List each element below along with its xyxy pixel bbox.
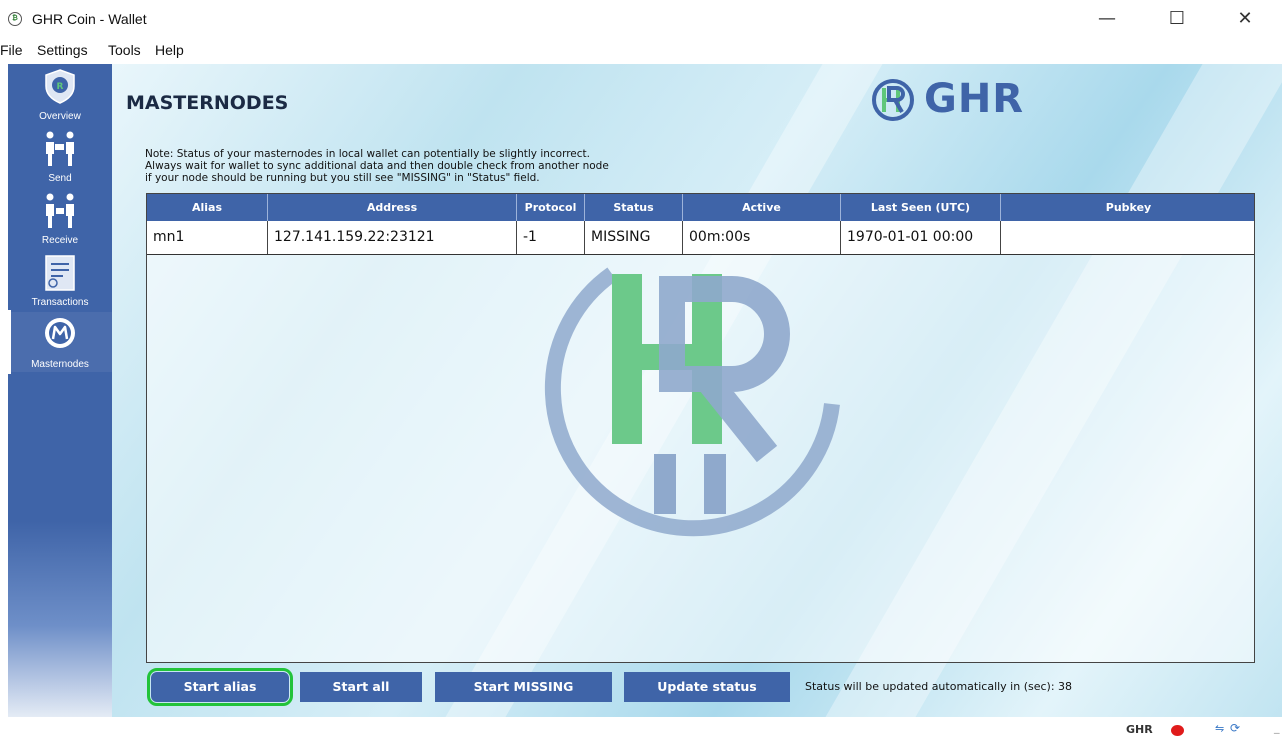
connection-status-icon bbox=[1171, 725, 1184, 736]
window-title: GHR Coin - Wallet bbox=[32, 11, 147, 27]
note-line: if your node should be running but you s… bbox=[145, 172, 540, 184]
cell-status: MISSING bbox=[585, 221, 683, 254]
shield-icon: R bbox=[45, 69, 75, 104]
sidebar-item-label: Masternodes bbox=[31, 359, 89, 370]
sidebar-item-masternodes[interactable]: Masternodes bbox=[8, 312, 112, 372]
menu-help[interactable]: Help bbox=[155, 42, 184, 58]
cell-address: 127.141.159.22:23121 bbox=[268, 221, 517, 254]
sidebar-item-label: Send bbox=[48, 173, 72, 184]
network-icon: ⇋ bbox=[1215, 722, 1225, 735]
column-header-pubkey[interactable]: Pubkey bbox=[1001, 194, 1254, 221]
main-panel: MASTERNODES GHR Note: Status of your mas… bbox=[112, 64, 1282, 717]
menu-tools[interactable]: Tools bbox=[108, 42, 141, 58]
note-line: Always wait for wallet to sync additiona… bbox=[145, 160, 609, 172]
menu-file[interactable]: File bbox=[0, 42, 23, 58]
sidebar: R Overview Send Receive Transactions Mas… bbox=[8, 64, 112, 717]
start-missing-button[interactable]: Start MISSING bbox=[435, 672, 612, 702]
menu-bar: File Settings Tools Help bbox=[0, 40, 1285, 62]
start-alias-button[interactable]: Start alias bbox=[147, 668, 293, 706]
unit-selector[interactable]: GHR bbox=[1126, 723, 1153, 736]
title-bar: ₿ GHR Coin - Wallet — ☐ ✕ bbox=[0, 0, 1285, 40]
sidebar-item-label: Receive bbox=[41, 235, 79, 246]
ghr-watermark-icon bbox=[544, 267, 840, 537]
sidebar-item-transactions[interactable]: Transactions bbox=[8, 250, 112, 310]
svg-text:R: R bbox=[57, 82, 64, 92]
column-header-last-seen[interactable]: Last Seen (UTC) bbox=[841, 194, 1001, 221]
update-status-button[interactable]: Update status bbox=[624, 672, 790, 702]
menu-settings[interactable]: Settings bbox=[37, 42, 88, 58]
sidebar-item-send[interactable]: Send bbox=[8, 126, 112, 186]
send-people-icon bbox=[46, 131, 74, 166]
table-header: Alias Address Protocol Status Active Las… bbox=[147, 194, 1254, 221]
masternodes-note: Note: Status of your masternodes in loca… bbox=[145, 148, 609, 184]
page-title: MASTERNODES bbox=[126, 92, 289, 114]
brand-name: GHR bbox=[924, 76, 1025, 122]
sidebar-item-label: Transactions bbox=[31, 297, 89, 308]
column-header-status[interactable]: Status bbox=[585, 194, 683, 221]
sync-icon: ⟳ bbox=[1230, 721, 1241, 735]
cell-pubkey bbox=[1001, 221, 1254, 254]
column-header-protocol[interactable]: Protocol bbox=[517, 194, 585, 221]
column-header-alias[interactable]: Alias bbox=[147, 194, 268, 221]
cell-last-seen: 1970-01-01 00:00 bbox=[841, 221, 1001, 254]
receive-people-icon bbox=[46, 193, 74, 228]
sidebar-item-receive[interactable]: Receive bbox=[8, 188, 112, 248]
column-header-active[interactable]: Active bbox=[683, 194, 841, 221]
resize-grip-icon[interactable]: _ bbox=[1274, 721, 1280, 734]
cell-alias: mn1 bbox=[147, 221, 268, 254]
sidebar-item-overview[interactable]: R Overview bbox=[8, 64, 112, 124]
status-bar: GHR ⇋ ⟳ _ bbox=[0, 717, 1285, 740]
cell-protocol: -1 bbox=[517, 221, 585, 254]
cell-active: 00m:00s bbox=[683, 221, 841, 254]
note-line: Note: Status of your masternodes in loca… bbox=[145, 148, 590, 160]
ghr-coin-icon: ₿ bbox=[8, 12, 22, 26]
close-button[interactable]: ✕ bbox=[1225, 6, 1265, 34]
minimize-button[interactable]: — bbox=[1087, 6, 1127, 34]
maximize-button[interactable]: ☐ bbox=[1157, 6, 1197, 34]
start-all-button[interactable]: Start all bbox=[300, 672, 422, 702]
transactions-icon bbox=[45, 255, 75, 291]
sidebar-item-label: Overview bbox=[39, 111, 81, 122]
masternodes-icon bbox=[45, 318, 75, 348]
masternodes-table[interactable]: Alias Address Protocol Status Active Las… bbox=[146, 193, 1255, 663]
table-row[interactable]: mn1 127.141.159.22:23121 -1 MISSING 00m:… bbox=[147, 221, 1254, 255]
column-header-address[interactable]: Address bbox=[268, 194, 517, 221]
auto-update-countdown: Status will be updated automatically in … bbox=[805, 680, 1073, 693]
ghr-logo-icon bbox=[872, 79, 914, 121]
